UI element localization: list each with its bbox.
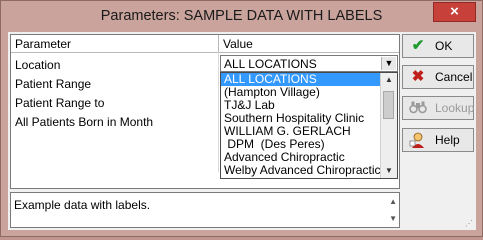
description-box: Example data with labels. ▲ ▼: [10, 192, 400, 228]
header-parameter: Parameter: [15, 37, 72, 51]
scroll-down-arrow-icon[interactable]: ▼: [381, 164, 397, 178]
ok-label: OK: [435, 39, 453, 53]
dialog-window: Parameters: SAMPLE DATA WITH LABELS × Pa…: [0, 0, 483, 237]
help-label: Help: [435, 133, 460, 147]
x-icon: ✖: [411, 68, 425, 85]
dialog-client-area: Parameter Value Location Patient Range P…: [8, 32, 476, 230]
lookup-label: Lookup: [435, 101, 475, 115]
dropdown-scrollbar[interactable]: ▲ ▼: [380, 73, 397, 178]
dropdown-option[interactable]: Welby Advanced Chiropractic: [221, 164, 381, 177]
lookup-button[interactable]: Lookup: [402, 96, 474, 120]
parameter-grid: Parameter Value Location Patient Range P…: [10, 34, 400, 189]
ok-button[interactable]: ✔ OK: [402, 34, 474, 58]
row-label: Location: [15, 58, 61, 72]
window-title: Parameters: SAMPLE DATA WITH LABELS: [100, 8, 383, 24]
check-icon: ✔: [411, 37, 425, 54]
row-label: Patient Range to: [15, 96, 105, 110]
close-button[interactable]: ×: [433, 2, 476, 22]
location-combobox[interactable]: ALL LOCATIONS ▼: [220, 55, 398, 72]
grid-header: Parameter Value: [11, 35, 399, 53]
cancel-label: Cancel: [435, 70, 473, 84]
location-dropdown-list[interactable]: ALL LOCATIONS (Hampton Village) TJ&J Lab…: [220, 72, 398, 179]
scroll-up-arrow-icon[interactable]: ▲: [381, 73, 397, 87]
header-separator[interactable]: [218, 35, 219, 52]
help-button[interactable]: Help: [402, 128, 474, 152]
title-bar[interactable]: Parameters: SAMPLE DATA WITH LABELS ×: [1, 1, 482, 33]
help-person-icon: [409, 132, 427, 148]
row-label: Patient Range: [15, 77, 92, 91]
resize-grip-icon[interactable]: ⋰: [465, 219, 475, 229]
row-label: All Patients Born in Month: [15, 115, 154, 129]
chevron-down-icon[interactable]: ▼: [381, 57, 396, 70]
scroll-up-arrow-icon[interactable]: ▲: [389, 197, 397, 206]
location-combobox-value: ALL LOCATIONS: [224, 57, 317, 71]
header-value: Value: [223, 37, 253, 51]
description-text: Example data with labels.: [14, 198, 151, 212]
cancel-button[interactable]: ✖ Cancel: [402, 65, 474, 89]
scrollbar-thumb[interactable]: [383, 91, 394, 119]
binoculars-icon: [409, 100, 427, 116]
scroll-down-arrow-icon[interactable]: ▼: [389, 214, 397, 223]
